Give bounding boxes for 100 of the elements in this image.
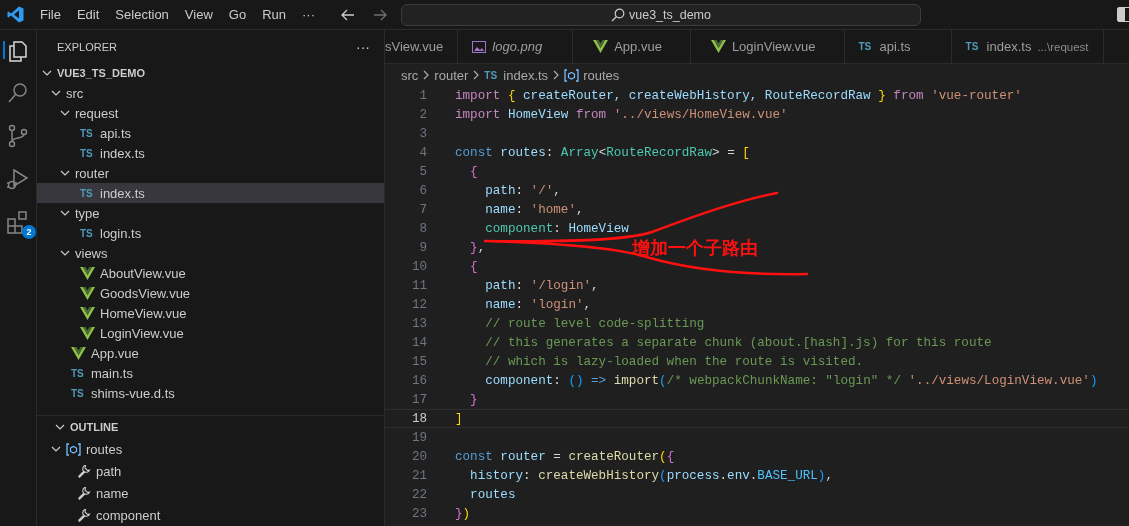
vue-file-icon: [71, 346, 86, 360]
line-number: 21: [410, 468, 427, 483]
typescript-file-icon: TS: [80, 127, 95, 139]
chevron-right-icon: [552, 70, 561, 80]
code-line: history: createWebHistory(process.env.BASE_URL),: [469, 468, 833, 483]
vue-file-icon: [710, 40, 726, 53]
vue-file-icon: [80, 286, 95, 300]
tree-item[interactable]: TS index.ts: [37, 183, 384, 203]
editor-tab[interactable]: TS index.ts ...\request: [951, 30, 1104, 63]
tree-item[interactable]: type: [37, 203, 384, 223]
outline-item[interactable]: path: [37, 460, 384, 482]
line-number: 9: [418, 240, 427, 255]
outline-item[interactable]: component: [37, 504, 384, 526]
code-line: {: [469, 164, 478, 179]
vue-file-icon: [80, 266, 95, 280]
line-number: 2: [418, 107, 427, 122]
outline-item[interactable]: routes: [37, 438, 384, 460]
menu-item[interactable]: Edit: [68, 7, 108, 22]
vue-file-icon: [80, 326, 95, 340]
vue-file-icon: [593, 40, 609, 53]
typescript-file-icon: TS: [80, 227, 95, 239]
typescript-file-icon: TS: [71, 387, 86, 399]
wrench-icon: [77, 486, 91, 500]
notification-badge: 2: [22, 225, 36, 239]
tree-item[interactable]: views: [37, 243, 384, 263]
code-line: }: [469, 392, 478, 407]
code-line: path: '/',: [484, 183, 561, 198]
line-number: 23: [410, 506, 427, 521]
menu-item[interactable]: Go: [220, 7, 255, 22]
line-number: 12: [410, 297, 427, 312]
line-number: 19: [410, 430, 427, 445]
menu-item[interactable]: File: [32, 7, 69, 22]
code-line: component: () => import(/* webpackChunkName: "login" */ '../views/LoginView.vue'): [484, 373, 1098, 388]
line-number: 11: [410, 278, 427, 293]
line-number: 4: [418, 145, 427, 160]
breadcrumb-item[interactable]: TS index.ts: [484, 67, 549, 83]
line-number: 10: [410, 259, 427, 274]
search-icon: [611, 7, 625, 22]
line-number: 3: [418, 126, 427, 141]
tree-item[interactable]: router: [37, 163, 384, 183]
annotation-text: 增加一个子路由: [632, 236, 758, 260]
line-number: 18: [410, 411, 427, 426]
line-number: 15: [410, 354, 427, 369]
code-line: ]: [455, 411, 463, 426]
tree-item[interactable]: LoginView.vue: [37, 323, 384, 343]
line-number: 7: [418, 202, 427, 217]
tree-item[interactable]: TS index.ts: [37, 143, 384, 163]
code-line: const routes: Array<RouteRecordRaw> = [: [455, 145, 750, 160]
line-number: 6: [418, 183, 427, 198]
code-line: import { createRouter, createWebHistory, RouteRecordRaw } from 'vue-router': [455, 88, 1022, 103]
explorer-title: EXPLORER: [57, 40, 117, 53]
tree-item[interactable]: TS api.ts: [37, 123, 384, 143]
code-line: name: 'login',: [484, 297, 592, 312]
forward-arrow-icon[interactable]: [373, 8, 387, 21]
code-line: import HomeView from '../views/HomeView.vue': [455, 107, 788, 122]
editor-tab[interactable]: TS api.ts: [844, 30, 952, 63]
menu-item[interactable]: Selection: [107, 7, 177, 22]
tree-item[interactable]: src: [37, 83, 384, 103]
editor-tab[interactable]: logo.png: [458, 30, 574, 63]
back-arrow-icon[interactable]: [341, 8, 355, 21]
editor-tab[interactable]: LoginView.vue: [690, 30, 845, 63]
wrench-icon: [77, 508, 91, 522]
tree-item[interactable]: GoodsView.vue: [37, 283, 384, 303]
tree-item[interactable]: App.vue: [37, 343, 384, 363]
line-number: 14: [410, 335, 427, 350]
chevron-right-icon: [422, 70, 431, 80]
breadcrumb-item[interactable]: routes: [564, 67, 620, 83]
code-line: name: 'home',: [484, 202, 584, 217]
editor-tab[interactable]: App.vue: [573, 30, 691, 63]
outline-item[interactable]: name: [37, 482, 384, 504]
menu-item[interactable]: Run: [254, 7, 294, 22]
vue-file-icon: [80, 306, 95, 320]
line-number: 17: [410, 392, 427, 407]
outline-header[interactable]: OUTLINE: [37, 416, 384, 438]
typescript-file-icon: TS: [484, 69, 500, 81]
tree-item[interactable]: TS shims-vue.d.ts: [37, 383, 384, 403]
tree-item[interactable]: TS login.ts: [37, 223, 384, 243]
variable-icon: [564, 68, 580, 82]
command-center-search[interactable]: vue3_ts_demo: [401, 3, 921, 26]
play-bug-icon[interactable]: [5, 166, 31, 192]
more-actions-button[interactable]: ···: [356, 38, 370, 55]
menu-item[interactable]: View: [176, 7, 221, 22]
breadcrumb-item[interactable]: src: [401, 67, 419, 83]
code-line: {: [469, 259, 478, 274]
tree-item[interactable]: HomeView.vue: [37, 303, 384, 323]
typescript-file-icon: TS: [71, 367, 86, 379]
menu-item[interactable]: ···: [294, 7, 323, 22]
tree-item[interactable]: TS main.ts: [37, 363, 384, 383]
code-line: routes: [469, 487, 516, 502]
line-number: 13: [410, 316, 427, 331]
typescript-file-icon: TS: [80, 187, 95, 199]
line-number: 5: [418, 164, 427, 179]
breadcrumb-item[interactable]: router: [434, 67, 469, 83]
tree-item[interactable]: request: [37, 103, 384, 123]
editor-tab[interactable]: sView.vue: [385, 30, 459, 63]
tree-item[interactable]: AboutView.vue: [37, 263, 384, 283]
tree-item[interactable]: VUE3_TS_DEMO: [37, 63, 384, 83]
typescript-file-icon: TS: [80, 147, 95, 159]
typescript-file-icon: TS: [965, 41, 981, 52]
line-number: 20: [410, 449, 427, 464]
